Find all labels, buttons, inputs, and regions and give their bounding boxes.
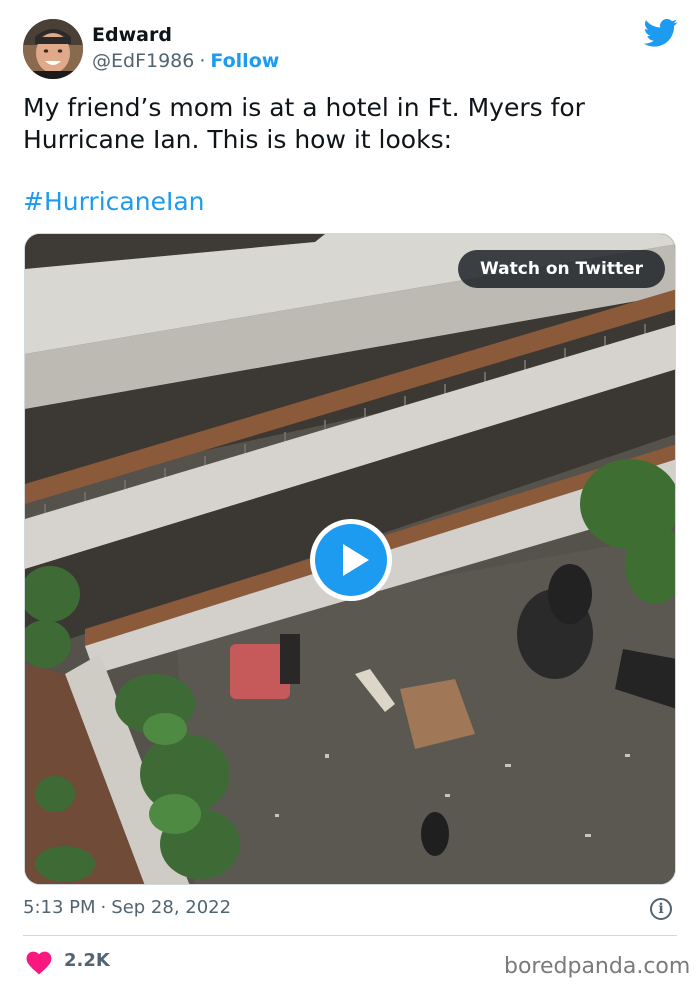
tweet-text: My friend’s mom is at a hotel in Ft. Mye… [23,93,585,154]
separator-dot: · [100,897,107,918]
twitter-bird-icon[interactable] [644,18,678,48]
info-icon[interactable]: i [650,898,672,920]
author-name[interactable]: Edward [92,24,172,46]
heart-icon[interactable] [26,951,52,975]
timestamp[interactable]: 5:13 PM · Sep 28, 2022 [23,897,231,918]
author-handle[interactable]: @EdF1986 [92,50,194,72]
watch-on-twitter-button[interactable]: Watch on Twitter [458,250,665,288]
divider [23,935,677,936]
play-button[interactable] [310,519,392,601]
watermark: boredpanda.com [504,954,691,979]
tweet-card: Edward @EdF1986 · Follow My friend’s mom i… [0,0,700,988]
hashtag-link[interactable]: #HurricaneIan [23,186,204,218]
like-count[interactable]: 2.2K [64,950,110,971]
play-icon [315,524,387,596]
video-player[interactable]: Watch on Twitter [24,233,676,885]
separator-dot: · [199,50,206,72]
follow-button[interactable]: Follow [210,50,279,72]
author-handle-row: @EdF1986 · Follow [92,50,279,72]
tweet-time: 5:13 PM [23,897,96,918]
play-triangle [343,544,369,576]
tweet-date: Sep 28, 2022 [111,897,232,918]
avatar[interactable] [23,19,83,79]
